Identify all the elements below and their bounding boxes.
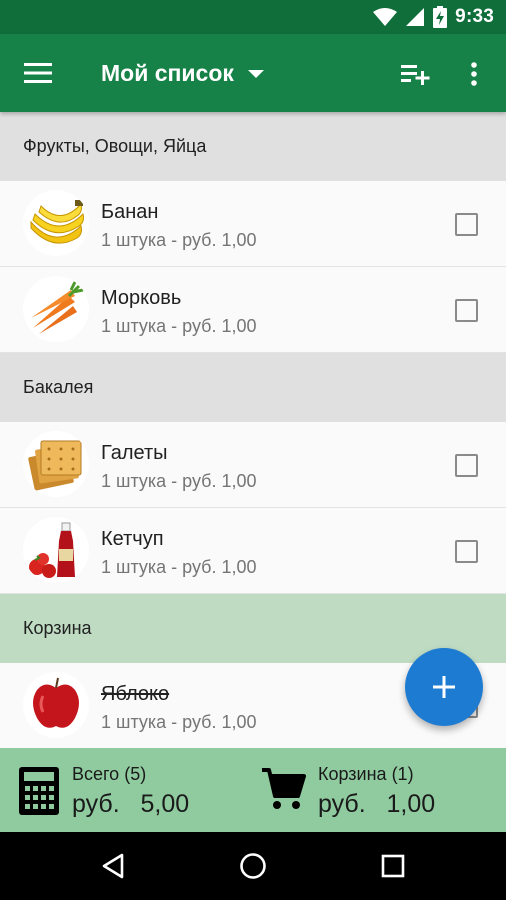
item-detail: 1 штука - руб. 1,00 [101,316,257,336]
calculator-icon [19,767,59,815]
recents-icon [381,854,405,878]
total-value: руб. 5,00 [72,790,190,818]
system-nav-bar [0,832,506,900]
item-name: Банан [101,201,159,223]
add-item-button[interactable] [405,648,483,726]
add-to-list-button[interactable] [394,54,438,94]
item-name: Яблоко [101,683,170,705]
item-detail: 1 штука - руб. 1,00 [101,471,257,491]
item-detail: 1 штука - руб. 1,00 [101,230,257,250]
cart-summary: Корзина (1) руб. 1,00 [260,748,500,832]
banana-image [23,190,89,256]
list-item[interactable]: Галеты 1 штука - руб. 1,00 [0,422,506,508]
list-item[interactable]: Банан 1 штука - руб. 1,00 [0,181,506,267]
list-item[interactable]: Кетчуп 1 штука - руб. 1,00 [0,508,506,594]
status-time: 9:33 [455,6,494,27]
item-name: Кетчуп [101,528,164,550]
battery-charging-icon [433,6,448,28]
more-options-button[interactable] [454,54,494,94]
playlist-add-icon [401,65,430,85]
item-checkbox[interactable] [455,299,478,322]
item-name: Галеты [101,442,168,464]
list-item[interactable]: Морковь 1 штука - руб. 1,00 [0,267,506,353]
total-label: Всего (5) [72,764,147,784]
status-bar: 9:33 [0,0,506,34]
more-vert-icon [471,62,477,86]
item-name: Морковь [101,287,182,309]
status-icons: 9:33 [373,0,494,34]
add-icon [433,676,455,698]
carrot-image [23,276,89,342]
apple-image [23,672,89,738]
item-detail: 1 штука - руб. 1,00 [101,712,257,732]
item-detail: 1 штука - руб. 1,00 [101,557,257,577]
section-header-produce: Фрукты, Овощи, Яйца [0,112,506,181]
signal-icon [406,8,425,26]
item-checkbox[interactable] [455,454,478,477]
section-header-grocery: Бакалея [0,353,506,422]
ketchup-image [23,517,89,583]
crackers-image [23,431,89,497]
home-button[interactable] [233,846,273,886]
totals-bar: Всего (5) руб. 5,00 Корзина (1) руб. 1,0… [0,748,506,832]
back-icon [102,853,124,879]
page-title: Мой список [101,59,234,86]
cart-icon [262,768,306,809]
app-bar: Мой список [0,34,506,112]
total-summary: Всего (5) руб. 5,00 [18,748,248,832]
list-selector[interactable]: Мой список [101,34,264,112]
dropdown-arrow-icon [247,70,264,78]
cart-label: Корзина (1) [318,764,414,784]
menu-button[interactable] [14,52,62,94]
item-checkbox[interactable] [455,213,478,236]
back-button[interactable] [93,846,133,886]
recents-button[interactable] [373,846,413,886]
menu-icon [24,63,52,83]
item-checkbox[interactable] [455,540,478,563]
cart-value: руб. 1,00 [318,790,436,818]
wifi-icon [373,8,398,26]
home-icon [240,853,266,879]
